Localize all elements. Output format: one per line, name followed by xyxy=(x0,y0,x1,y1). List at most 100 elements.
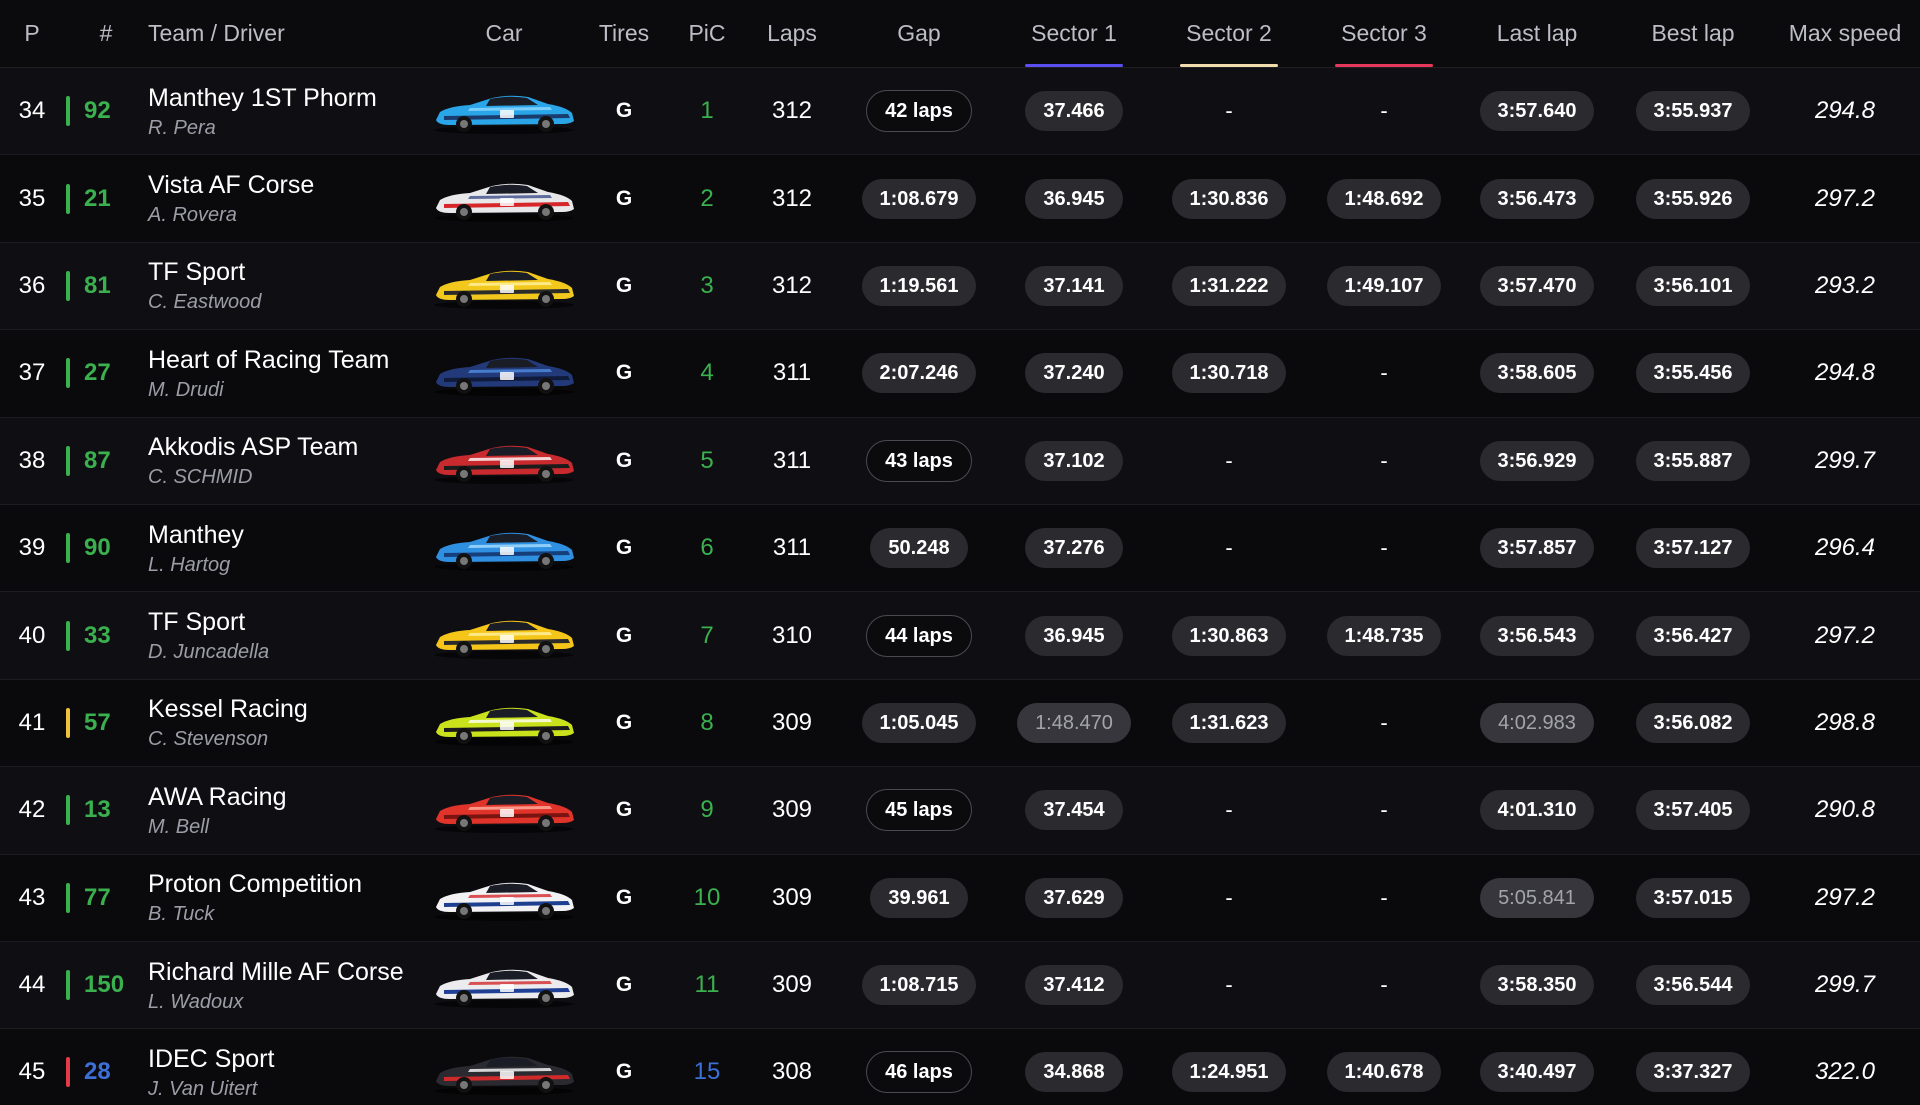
sector-2-pill: 1:30.718 xyxy=(1171,353,1287,394)
gap-cell: 1:05.045 xyxy=(838,680,1000,766)
laps: 311 xyxy=(772,446,812,474)
position-in-class: 1 xyxy=(700,97,714,125)
sector-2-empty: - xyxy=(1225,447,1233,473)
position-in-class: 3 xyxy=(700,271,714,299)
position-cell: 38 xyxy=(0,418,64,504)
pic-cell: 2 xyxy=(668,155,746,241)
laps-cell: 308 xyxy=(746,1029,838,1105)
team-driver-cell[interactable]: Manthey L. Hartog xyxy=(148,505,428,591)
tires-cell: G xyxy=(580,855,668,941)
best-lap-cell: 3:56.544 xyxy=(1616,942,1770,1028)
car-cell xyxy=(428,855,580,941)
tires-cell: G xyxy=(580,592,668,678)
table-row[interactable]: 38 87 Akkodis ASP Team C. SCHMID G 5 311 43 lap… xyxy=(0,417,1920,505)
table-row[interactable]: 42 13 AWA Racing M. Bell G 9 309 45 laps 37.454 -… xyxy=(0,767,1920,855)
header-last-lap[interactable]: Last lap xyxy=(1458,0,1616,67)
sector-1-cell: 37.240 xyxy=(1000,330,1148,416)
car-number-cell: 57 xyxy=(64,680,148,766)
table-row[interactable]: 39 90 Manthey L. Hartog G 6 311 50.248 37.276 - - 3… xyxy=(0,504,1920,593)
max-speed-cell: 296.4 xyxy=(1770,505,1920,591)
header-car[interactable]: Car xyxy=(428,0,580,67)
gap-pill: 1:19.561 xyxy=(861,265,977,306)
table-row[interactable]: 45 28 IDEC Sport J. Van Uitert G 15 308 46 laps… xyxy=(0,1029,1920,1105)
last-lap-pill: 3:56.473 xyxy=(1479,178,1595,219)
driver-name: J. Van Uitert xyxy=(148,1077,258,1100)
team-driver-cell[interactable]: TF Sport D. Juncadella xyxy=(148,592,428,678)
table-row[interactable]: 37 27 Heart of Racing Team M. Drudi G 4 311 2:0… xyxy=(0,330,1920,418)
header-best-lap[interactable]: Best lap xyxy=(1616,0,1770,67)
header-team-driver[interactable]: Team / Driver xyxy=(148,0,428,67)
team-driver-cell[interactable]: IDEC Sport J. Van Uitert xyxy=(148,1029,428,1105)
team-driver-cell[interactable]: Proton Competition B. Tuck xyxy=(148,855,428,941)
position: 35 xyxy=(18,184,46,212)
max-speed-cell: 297.2 xyxy=(1770,855,1920,941)
sector-2-pill: 1:31.623 xyxy=(1171,702,1287,743)
team-name: Heart of Racing Team xyxy=(148,345,390,374)
position-cell: 44 xyxy=(0,942,64,1028)
driver-name: L. Wadoux xyxy=(148,990,244,1013)
laps: 311 xyxy=(772,534,812,562)
sector-3-cell: - xyxy=(1310,68,1458,154)
table-row[interactable]: 40 33 TF Sport D. Juncadella G 7 310 44 laps 36.… xyxy=(0,592,1920,680)
team-driver-cell[interactable]: Richard Mille AF Corse L. Wadoux xyxy=(148,942,428,1028)
gap-pill: 42 laps xyxy=(866,90,972,133)
sector-1-pill: 37.454 xyxy=(1025,790,1123,831)
gap-cell: 46 laps xyxy=(838,1029,1000,1105)
table-row[interactable]: 41 57 Kessel Racing C. Stevenson G 8 309 1:05.0… xyxy=(0,679,1920,768)
car-number-cell: 77 xyxy=(64,855,148,941)
team-driver-cell[interactable]: TF Sport C. Eastwood xyxy=(148,243,428,329)
driver-name: D. Juncadella xyxy=(148,641,270,664)
gap-pill: 46 laps xyxy=(866,1051,972,1094)
table-row[interactable]: 34 92 Manthey 1ST Phorm R. Pera G 1 312 42 laps… xyxy=(0,68,1920,156)
header-pic[interactable]: PiC xyxy=(668,0,746,67)
sector-3-empty: - xyxy=(1380,447,1388,473)
class-indicator xyxy=(66,882,70,913)
table-row[interactable]: 35 21 Vista AF Corse A. Rovera G 2 312 1:08.679… xyxy=(0,155,1920,243)
team-driver-cell[interactable]: Manthey 1ST Phorm R. Pera xyxy=(148,68,428,154)
header-sector-3[interactable]: Sector 3 xyxy=(1310,0,1458,67)
sector-3-cell: - xyxy=(1310,942,1458,1028)
sector-1-cell: 37.276 xyxy=(1000,505,1148,591)
table-row[interactable]: 36 81 TF Sport C. Eastwood G 3 312 1:19.561 37.1… xyxy=(0,242,1920,331)
header-car-number-label: # xyxy=(99,20,113,46)
sector-2-empty: - xyxy=(1225,884,1233,910)
max-speed: 297.2 xyxy=(1814,621,1876,649)
pic-cell: 5 xyxy=(668,418,746,504)
team-driver-cell[interactable]: AWA Racing M. Bell xyxy=(148,767,428,853)
last-lap-pill: 4:02.983 xyxy=(1480,702,1594,743)
laps-cell: 311 xyxy=(746,505,838,591)
sector-2-cell: - xyxy=(1148,418,1310,504)
table-row[interactable]: 44 150 Richard Mille AF Corse L. Wadoux G 11 3… xyxy=(0,941,1920,1030)
best-lap-pill: 3:56.544 xyxy=(1635,965,1751,1006)
car-livery-icon xyxy=(434,969,574,1009)
laps: 311 xyxy=(772,359,812,387)
last-lap-pill: 3:56.543 xyxy=(1479,615,1595,656)
header-car-number[interactable]: # xyxy=(64,0,148,67)
sector-2-underline xyxy=(1180,64,1278,67)
position: 43 xyxy=(18,883,46,911)
gap-cell: 42 laps xyxy=(838,68,1000,154)
sector-3-cell: 1:49.107 xyxy=(1310,243,1458,329)
last-lap-pill: 3:57.857 xyxy=(1479,528,1595,569)
car-cell xyxy=(428,330,580,416)
header-laps[interactable]: Laps xyxy=(746,0,838,67)
table-row[interactable]: 43 77 Proton Competition B. Tuck G 10 309 39.96… xyxy=(0,854,1920,942)
sector-3-empty: - xyxy=(1380,360,1388,386)
team-driver-cell[interactable]: Vista AF Corse A. Rovera xyxy=(148,155,428,241)
max-speed-cell: 322.0 xyxy=(1770,1029,1920,1105)
header-position[interactable]: P xyxy=(0,0,64,67)
header-sector-1[interactable]: Sector 1 xyxy=(1000,0,1148,67)
laps: 312 xyxy=(771,184,813,212)
team-name: TF Sport xyxy=(148,258,246,287)
header-tires[interactable]: Tires xyxy=(580,0,668,67)
team-driver-cell[interactable]: Akkodis ASP Team C. SCHMID xyxy=(148,418,428,504)
team-driver-cell[interactable]: Kessel Racing C. Stevenson xyxy=(148,680,428,766)
header-gap[interactable]: Gap xyxy=(838,0,1000,67)
header-sector-2[interactable]: Sector 2 xyxy=(1148,0,1310,67)
header-max-speed[interactable]: Max speed xyxy=(1770,0,1920,67)
team-name: Proton Competition xyxy=(148,870,363,899)
position-in-class: 7 xyxy=(700,621,714,649)
team-driver-cell[interactable]: Heart of Racing Team M. Drudi xyxy=(148,330,428,416)
sector-2-cell: 1:31.623 xyxy=(1148,680,1310,766)
car-cell xyxy=(428,1029,580,1105)
